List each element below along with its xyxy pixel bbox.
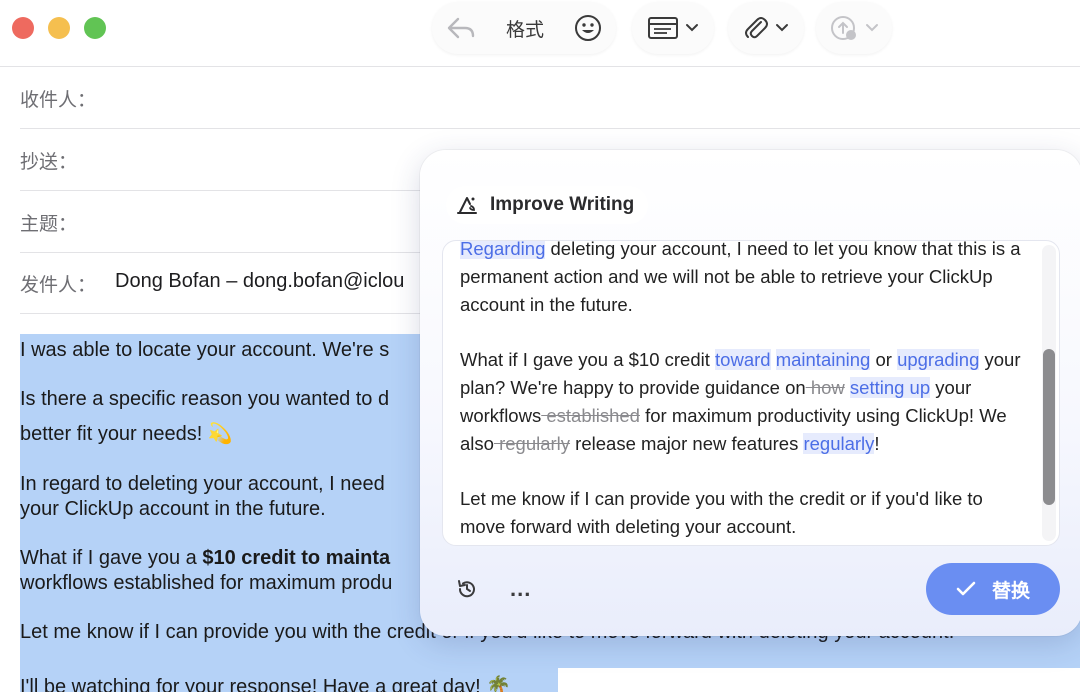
checkmark-icon: [956, 581, 976, 597]
header-fields-icon: [647, 16, 679, 40]
replace-button[interactable]: 替换: [926, 563, 1060, 615]
to-field[interactable]: 收件人：: [20, 67, 1080, 129]
emoji-icon[interactable]: [574, 14, 602, 42]
header-fields-menu[interactable]: [632, 2, 714, 54]
compose-toolbar: 格式: [0, 0, 1080, 58]
body-line: Is there a specific reason you wanted to…: [20, 388, 390, 410]
body-line: I'll be watching for your response! Have…: [20, 676, 512, 692]
rewritten-paragraph: Let me know if I can provide you with th…: [460, 488, 983, 537]
from-value[interactable]: Dong Bofan – dong.bofan@iclou: [115, 270, 404, 293]
to-label: 收件人：: [20, 89, 97, 111]
reply-arrow-icon[interactable]: [446, 15, 476, 41]
rewritten-paragraph: Regarding deleting your account, I need …: [460, 240, 1021, 315]
send-later-menu[interactable]: [816, 2, 892, 54]
toolbar-group-edit: 格式: [432, 2, 616, 54]
writing-tools-icon: [456, 194, 478, 216]
history-icon[interactable]: [456, 578, 478, 600]
from-label: 发件人：: [20, 274, 97, 296]
attachment-menu[interactable]: [728, 2, 804, 54]
paperclip-icon: [743, 14, 769, 42]
body-line: What if I gave you a $10 credit to maint…: [20, 547, 391, 569]
format-button[interactable]: 格式: [506, 15, 544, 42]
panel-title: Improve Writing: [490, 194, 635, 215]
body-line: I was able to locate your account. We're…: [20, 339, 390, 361]
body-line: your ClickUp account in the future.: [20, 498, 326, 520]
rewritten-text-box[interactable]: Regarding deleting your account, I need …: [442, 240, 1060, 546]
subject-label: 主题：: [20, 213, 78, 235]
body-line: workflows established for maximum produ: [20, 572, 393, 594]
body-line: In regard to deleting your account, I ne…: [20, 473, 385, 495]
chevron-down-icon: [865, 23, 879, 33]
scrollbar-thumb[interactable]: [1043, 349, 1055, 505]
more-options-button[interactable]: ...: [510, 576, 531, 602]
body-line: better fit your needs! 💫: [20, 423, 233, 445]
panel-title-chip: Improve Writing: [446, 186, 649, 224]
improve-writing-panel: Improve Writing Regarding deleting your …: [420, 150, 1080, 636]
rewritten-paragraph: What if I gave you a $10 credit toward m…: [460, 349, 1021, 454]
cc-label: 抄送：: [20, 151, 78, 173]
chevron-down-icon: [775, 23, 789, 33]
chevron-down-icon: [685, 23, 699, 33]
rewritten-text: Regarding deleting your account, I need …: [460, 240, 1030, 545]
replace-label: 替换: [991, 579, 1030, 602]
send-later-icon: [829, 14, 859, 42]
